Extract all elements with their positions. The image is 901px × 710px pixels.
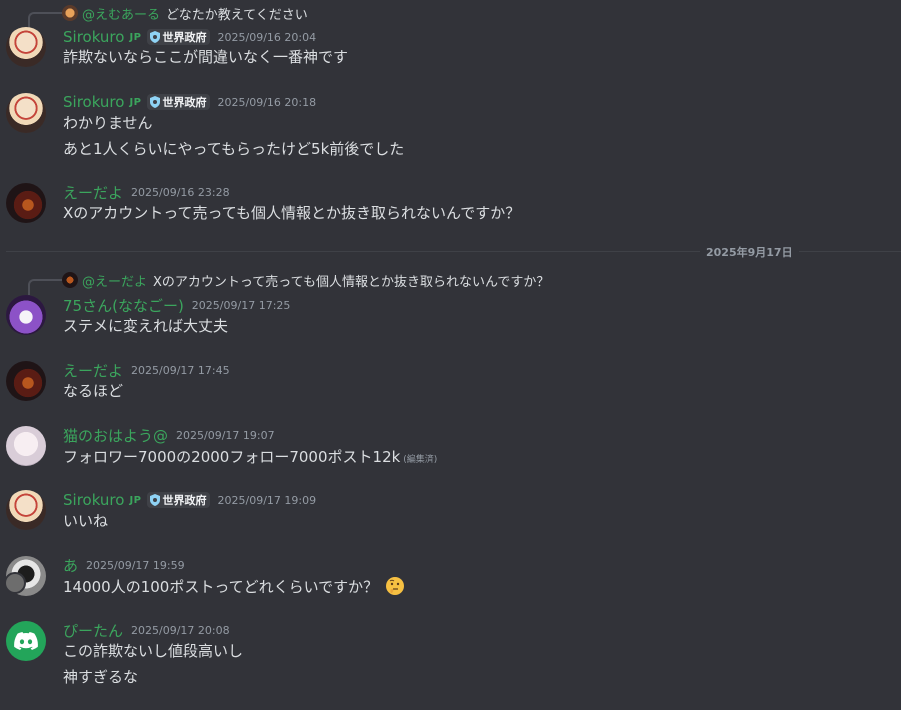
message-header: Sirokuro JP 世界政府 2025/09/17 19:09 [63, 490, 316, 510]
username[interactable]: ぴーたん [63, 620, 123, 641]
timestamp[interactable]: 2025/09/17 19:59 [86, 559, 185, 572]
reply-author[interactable]: @えむあーる [82, 4, 160, 23]
username[interactable]: Sirokuro [63, 28, 124, 46]
message-text: Xのアカウントって売っても個人情報とか抜き取られないんですか？ [63, 204, 521, 222]
message-header: Sirokuro JP 世界政府 2025/09/16 20:18 [63, 92, 316, 112]
avatar[interactable] [6, 621, 46, 661]
reply-reference[interactable]: @えむあーる どなたか教えてください [28, 3, 308, 28]
shield-icon [149, 31, 160, 43]
avatar-decoration [4, 572, 26, 594]
message-header: 75さん(ななごー) 2025/09/17 17:25 [63, 295, 290, 315]
shield-icon [149, 494, 160, 506]
username[interactable]: Sirokuro [63, 93, 124, 111]
discord-logo-icon [14, 632, 38, 650]
message-text: あと1人くらいにやってもらったけど5k前後でした [63, 140, 405, 158]
message-body: フォロワー7000の2000フォロー7000ポスト12k [63, 448, 401, 466]
timestamp[interactable]: 2025/09/16 20:18 [218, 96, 317, 109]
edited-label: (編集済) [403, 455, 438, 465]
message-header: ぴーたん 2025/09/17 20:08 [63, 620, 230, 640]
avatar[interactable] [6, 295, 46, 335]
reply-text: Xのアカウントって売っても個人情報とか抜き取られないんですか？ [153, 274, 550, 290]
server-tag[interactable]: 世界政府 [146, 492, 210, 508]
reply-spine [28, 12, 62, 28]
reply-spine [28, 279, 62, 295]
message-header: Sirokuro JP 世界政府 2025/09/16 20:04 [63, 27, 316, 47]
username[interactable]: 75さん(ななごー) [63, 295, 184, 316]
avatar[interactable] [6, 490, 46, 530]
server-tag-label: 世界政府 [162, 96, 207, 109]
timestamp[interactable]: 2025/09/17 20:08 [131, 624, 230, 637]
timestamp[interactable]: 2025/09/17 17:45 [131, 364, 230, 377]
message-text: なるほど [63, 382, 124, 400]
username[interactable]: えーだよ [63, 360, 123, 381]
avatar[interactable] [6, 426, 46, 466]
reply-author[interactable]: @えーだよ [82, 271, 147, 290]
message-text: この詐欺ないし値段高いし [63, 642, 244, 660]
message-text: フォロワー7000の2000フォロー7000ポスト12k (編集済) [63, 447, 437, 470]
date-divider-label: 2025年9月17日 [700, 244, 799, 260]
region-tag: JP [129, 96, 142, 108]
server-tag-label: 世界政府 [162, 494, 207, 507]
server-tag[interactable]: 世界政府 [146, 29, 210, 45]
timestamp[interactable]: 2025/09/17 19:09 [218, 494, 317, 507]
message-header: えーだよ 2025/09/17 17:45 [63, 360, 230, 380]
reply-avatar [62, 5, 78, 21]
message-header: 猫のおはよう@ 2025/09/17 19:07 [63, 425, 275, 445]
message-header: あ 2025/09/17 19:59 [63, 555, 185, 575]
message-text: 神すぎるな [63, 668, 139, 686]
username[interactable]: えーだよ [63, 182, 123, 203]
server-tag[interactable]: 世界政府 [146, 94, 210, 110]
username[interactable]: Sirokuro [63, 491, 124, 509]
shield-icon [149, 96, 160, 108]
avatar[interactable] [6, 183, 46, 223]
reply-reference[interactable]: @えーだよ Xのアカウントって売っても個人情報とか抜き取られないんですか？ [28, 270, 550, 295]
message-header: えーだよ 2025/09/16 23:28 [63, 182, 230, 202]
message-text: わかりません [63, 114, 153, 132]
chat-message-list: @えむあーる どなたか教えてください Sirokuro JP 世界政府 2025… [0, 0, 901, 710]
thinking-face-emoji-icon[interactable] [385, 576, 405, 596]
timestamp[interactable]: 2025/09/16 23:28 [131, 186, 230, 199]
region-tag: JP [129, 494, 142, 506]
region-tag: JP [129, 31, 142, 43]
username[interactable]: あ [63, 555, 78, 576]
avatar[interactable] [6, 361, 46, 401]
avatar[interactable] [6, 27, 46, 67]
timestamp[interactable]: 2025/09/17 19:07 [176, 429, 275, 442]
timestamp[interactable]: 2025/09/17 17:25 [192, 299, 291, 312]
message-text: 14000人の100ポストってどれくらいですか？ [63, 576, 405, 597]
message-text: 詐欺ないならここが間違いなく一番神です [63, 48, 349, 66]
timestamp[interactable]: 2025/09/16 20:04 [218, 31, 317, 44]
username[interactable]: 猫のおはよう@ [63, 425, 168, 446]
reply-text: どなたか教えてください [166, 7, 308, 23]
message-text: いいね [63, 512, 109, 530]
message-body: 14000人の100ポストってどれくらいですか？ [63, 578, 379, 596]
avatar[interactable] [6, 93, 46, 133]
server-tag-label: 世界政府 [162, 31, 207, 44]
message-text: ステメに変えれば大丈夫 [63, 317, 229, 335]
reply-avatar [62, 272, 78, 288]
